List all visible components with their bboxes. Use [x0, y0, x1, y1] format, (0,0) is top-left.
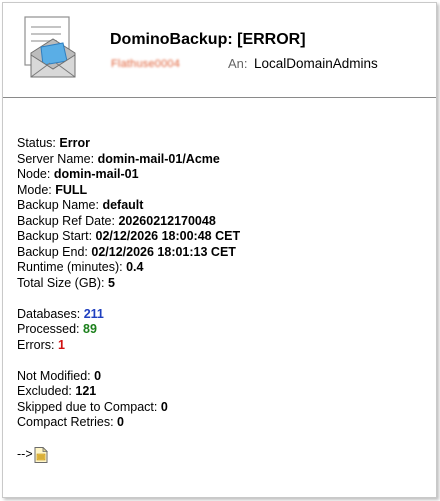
recipient-value[interactable]: LocalDomainAdmins: [254, 56, 378, 71]
databases-line: Databases: 211: [17, 307, 240, 323]
compact-retries-value: 0: [117, 415, 124, 429]
status-label: Status:: [17, 136, 56, 150]
mode-line: Mode: FULL: [17, 183, 240, 199]
server-name-line: Server Name: domin-mail-01/Acme: [17, 152, 240, 168]
skipped-compact-value: 0: [160, 399, 168, 414]
compact-retries-line: Compact Retries: 0: [17, 415, 240, 431]
runtime-line: Runtime (minutes): 0.4: [17, 260, 240, 276]
runtime-label: Runtime (minutes):: [17, 260, 123, 274]
backup-ref-date-line: Backup Ref Date: 20260212170048: [17, 214, 240, 230]
backup-start-line: Backup Start: 02/12/2026 18:00:48 CET: [17, 229, 240, 245]
excluded-line: Excluded: 121: [17, 384, 240, 400]
recipient-label: An:: [228, 56, 248, 71]
backup-end-value: 02/12/2026 18:01:13 CET: [91, 244, 236, 259]
message-header: DominoBackup: [ERROR] Flathuse0004 An: L…: [3, 3, 436, 98]
excluded-value: 121: [75, 384, 97, 398]
message-body: Status: Error Server Name: domin-mail-01…: [17, 136, 240, 464]
errors-value: 1: [57, 337, 65, 352]
backup-name-value: default: [102, 198, 144, 212]
message-subject: DominoBackup: [ERROR]: [110, 31, 306, 48]
backup-name-line: Backup Name: default: [17, 198, 240, 214]
node-line: Node: domin-mail-01: [17, 167, 240, 183]
document-link-icon[interactable]: [34, 446, 48, 463]
backup-end-line: Backup End: 02/12/2026 18:01:13 CET: [17, 245, 240, 261]
backup-name-label: Backup Name:: [17, 198, 99, 212]
skipped-compact-label: Skipped due to Compact:: [17, 399, 158, 414]
not-modified-label: Not Modified:: [17, 368, 91, 383]
node-label: Node:: [17, 167, 51, 181]
processed-label: Processed:: [17, 322, 80, 336]
mail-message-window: DominoBackup: [ERROR] Flathuse0004 An: L…: [2, 2, 437, 498]
databases-value: 211: [83, 306, 104, 321]
backup-start-label: Backup Start:: [17, 229, 93, 243]
not-modified-line: Not Modified: 0: [17, 369, 240, 385]
errors-label: Errors:: [17, 337, 55, 352]
envelope-document-icon: [24, 16, 76, 78]
total-size-label: Total Size (GB):: [17, 275, 105, 290]
status-line: Status: Error: [17, 136, 240, 152]
not-modified-value: 0: [94, 368, 102, 383]
compact-retries-label: Compact Retries:: [17, 415, 114, 429]
link-arrow: -->: [17, 446, 33, 461]
databases-label: Databases:: [17, 306, 81, 321]
errors-line: Errors: 1: [17, 338, 240, 354]
message-sender[interactable]: Flathuse0004: [111, 58, 180, 70]
excluded-label: Excluded:: [17, 384, 72, 398]
mode-label: Mode:: [17, 182, 52, 197]
server-name-label: Server Name:: [17, 151, 95, 166]
server-name-value: domin-mail-01/Acme: [97, 151, 220, 166]
total-size-line: Total Size (GB): 5: [17, 276, 240, 292]
node-value: domin-mail-01: [53, 167, 139, 181]
mode-value: FULL: [55, 182, 88, 197]
backup-ref-date-label: Backup Ref Date:: [17, 213, 115, 228]
status-value: Error: [59, 136, 90, 150]
total-size-value: 5: [108, 275, 115, 290]
backup-start-value: 02/12/2026 18:00:48 CET: [95, 229, 241, 243]
processed-value: 89: [83, 322, 97, 336]
backup-ref-date-value: 20260212170048: [118, 213, 216, 228]
document-link-row: -->: [17, 446, 240, 464]
backup-end-label: Backup End:: [17, 244, 88, 259]
runtime-value: 0.4: [126, 260, 144, 274]
skipped-compact-line: Skipped due to Compact: 0: [17, 400, 240, 416]
processed-line: Processed: 89: [17, 322, 240, 338]
